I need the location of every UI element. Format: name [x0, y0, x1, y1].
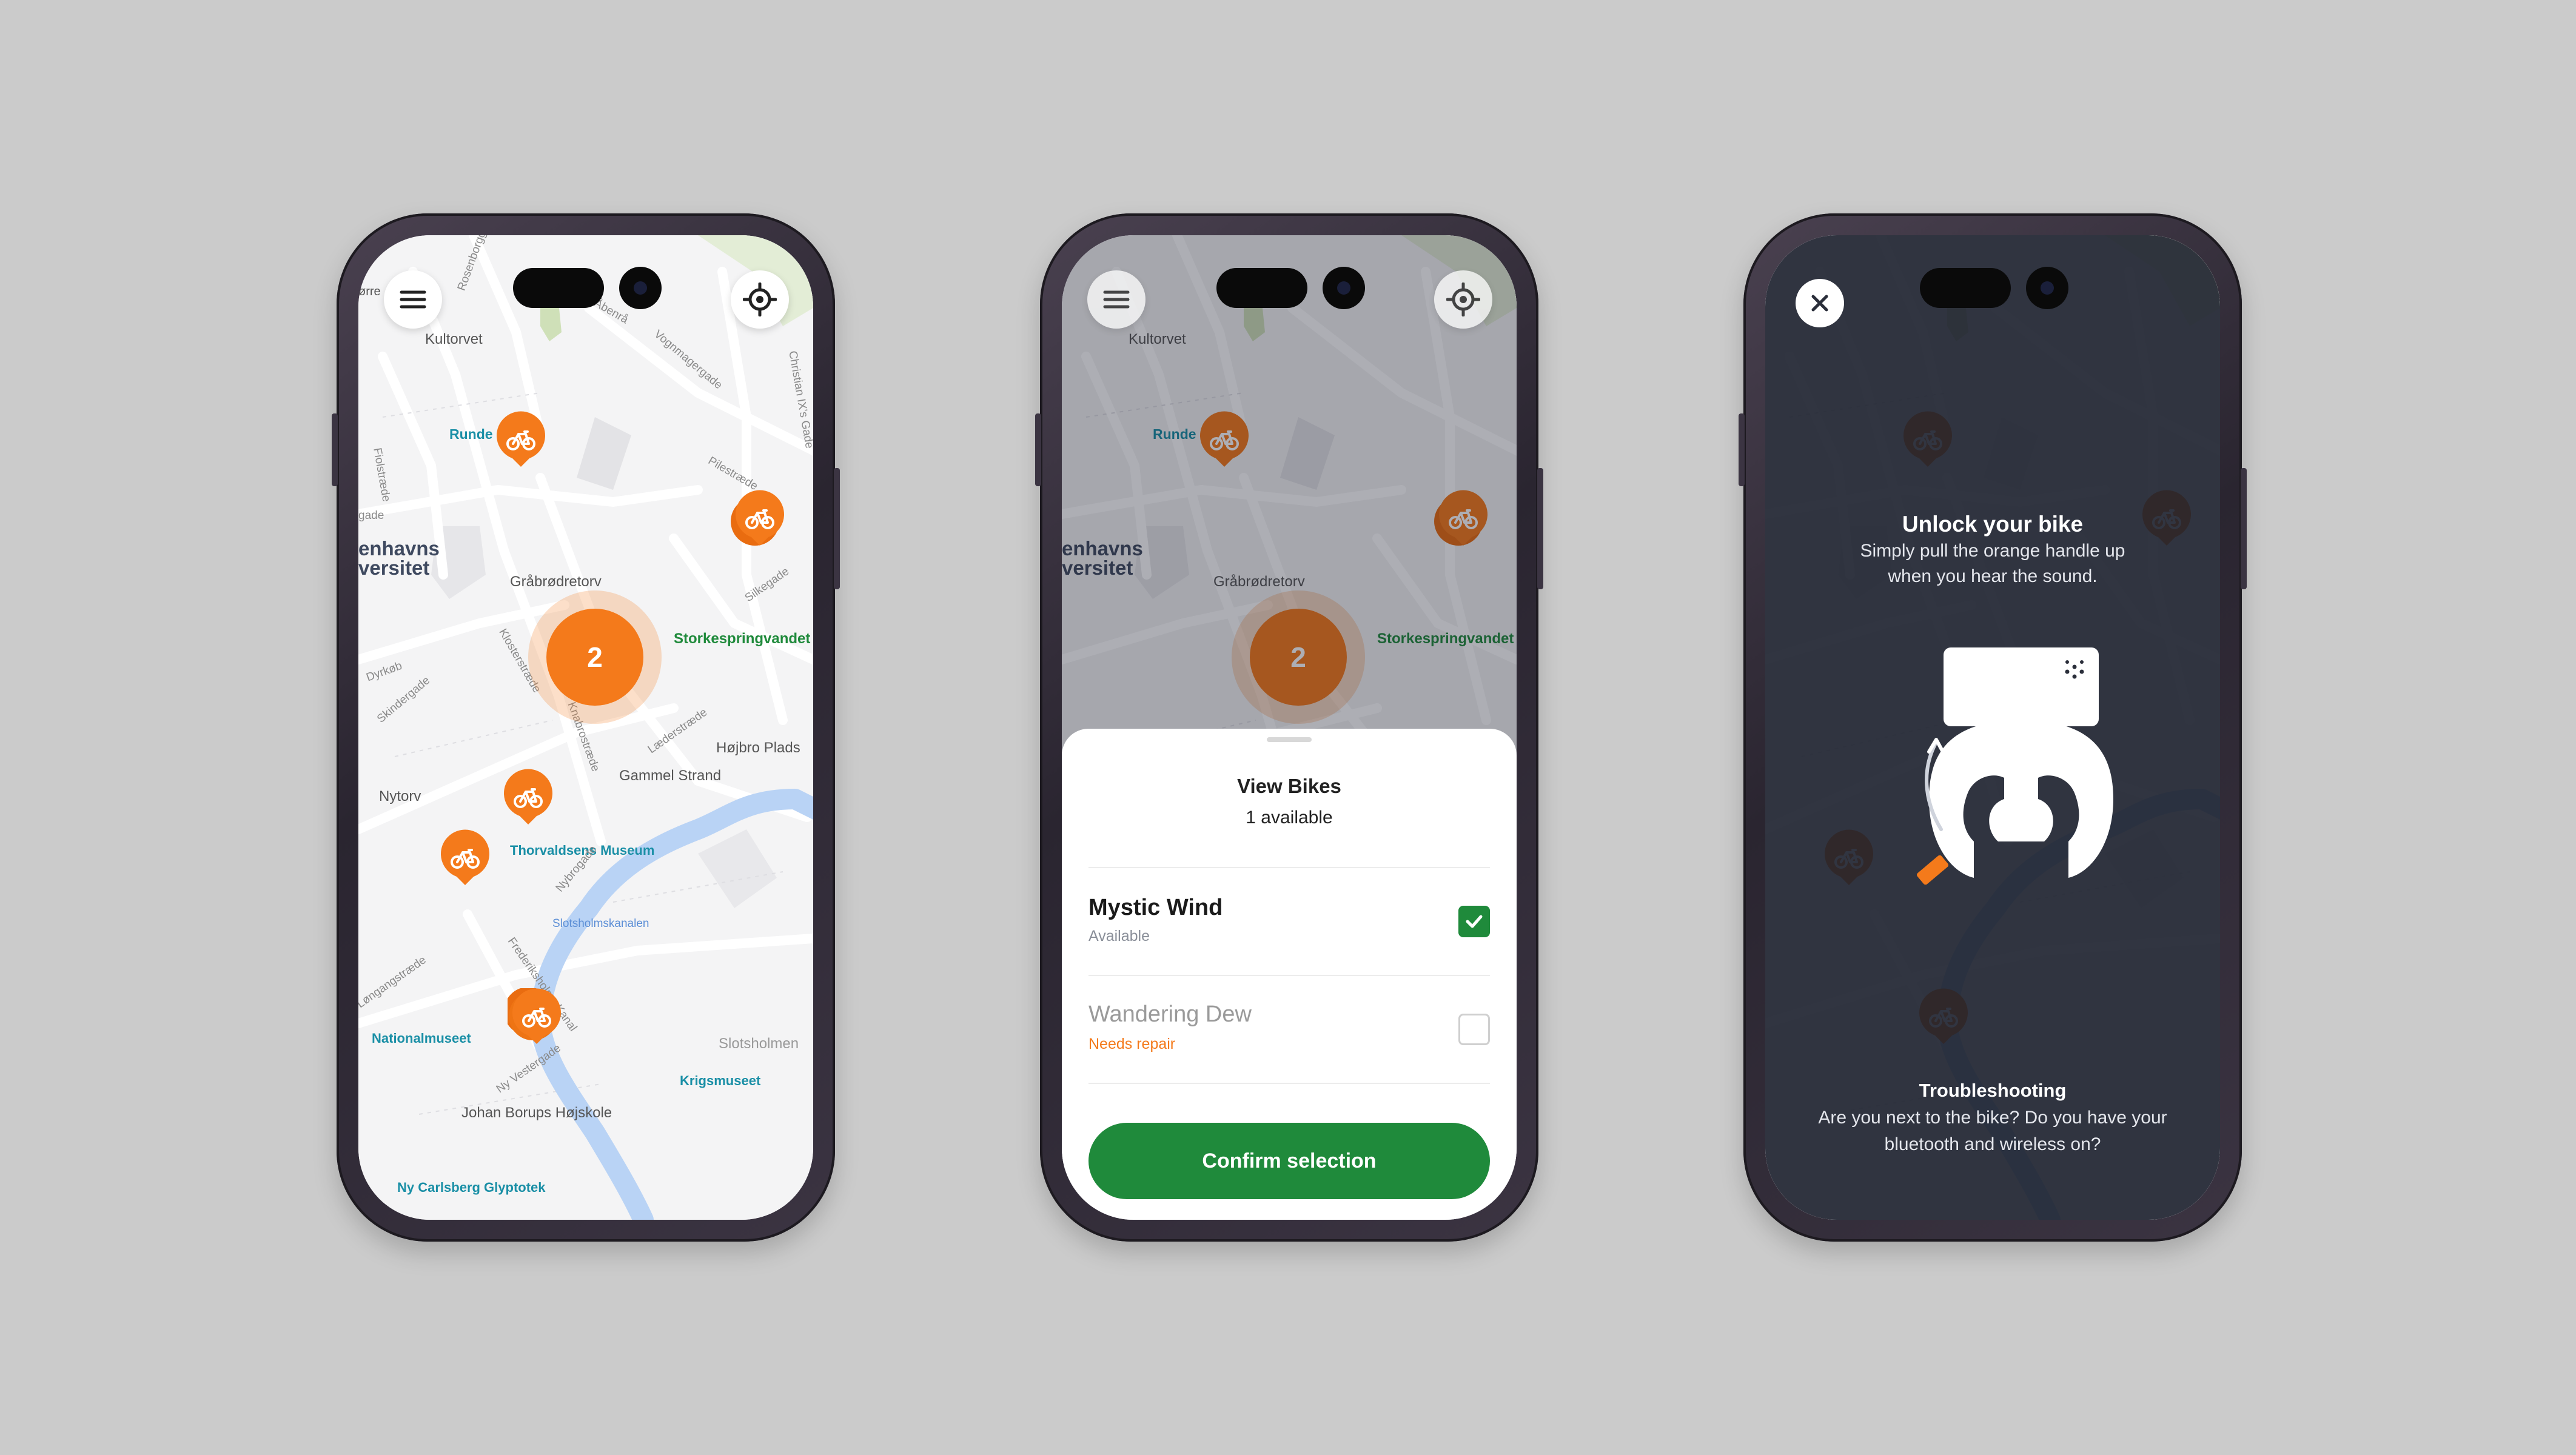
map-label-grabrodretorv: Gråbrødretorv	[510, 574, 602, 590]
map-label-gammel-strand: Gammel Strand	[619, 768, 722, 784]
map-label-universitet-1: enhavns	[358, 537, 440, 560]
dynamic-island	[513, 268, 604, 308]
unlock-screen: Unlock your bike Simply pull the orange …	[1765, 235, 2220, 1220]
front-camera	[619, 267, 662, 309]
bike-lock-illustration	[1917, 647, 2113, 885]
checkmark-icon	[1466, 915, 1483, 928]
map-label-universitet-2: versitet	[358, 557, 430, 579]
close-x-icon	[1811, 295, 1828, 312]
phone-unlock-screen: Unlock your bike Simply pull the orange …	[1739, 213, 2247, 1242]
bike-pin[interactable]	[731, 490, 789, 548]
menu-button[interactable]	[384, 270, 442, 329]
bike-status: Available	[1088, 928, 1150, 945]
phone-map-screen: Kultorvet ørre Runde enhavns versitet Gr…	[332, 213, 840, 1242]
crosshair-location-icon	[743, 283, 777, 316]
unlock-instructions: Simply pull the orange handle up when yo…	[1860, 541, 2125, 586]
menu-button[interactable]	[1087, 270, 1145, 329]
map-label-runde: Runde	[449, 426, 493, 442]
street-gade: gade	[358, 509, 384, 522]
view-bikes-screen: Kultorvet Runde enhavns versitet Gråbrød…	[1062, 235, 1517, 1220]
locate-button[interactable]	[1434, 270, 1492, 329]
front-camera	[1323, 267, 1365, 309]
map-label-krigsmuseet: Krigsmuseet	[680, 1073, 761, 1088]
locate-button[interactable]	[731, 270, 789, 329]
phone-view-bikes-screen: Kultorvet Runde enhavns versitet Gråbrød…	[1035, 213, 1543, 1242]
map-label-nationalmuseet: Nationalmuseet	[372, 1031, 471, 1046]
map-label-norre: ørre	[358, 285, 381, 298]
troubleshooting-text: Are you next to the bike? Do you have yo…	[1818, 1108, 2167, 1154]
map-label-nytorv: Nytorv	[379, 788, 421, 804]
unlock-title: Unlock your bike	[1902, 512, 2084, 537]
map-label-kultorvet: Kultorvet	[425, 331, 483, 347]
front-camera	[2026, 267, 2068, 309]
map-label-slotsholmskanalen: Slotsholmskanalen	[552, 917, 649, 930]
confirm-selection-button[interactable]: Confirm selection	[1088, 1123, 1490, 1199]
divider	[1088, 867, 1490, 868]
map-label-hojbro: Højbro Plads	[716, 740, 800, 756]
bike-pin[interactable]	[492, 411, 550, 469]
map-screen: Kultorvet ørre Runde enhavns versitet Gr…	[358, 235, 813, 1220]
dynamic-island	[1920, 268, 2011, 308]
dynamic-island	[1216, 268, 1307, 308]
sheet-subtitle: 1 available	[1246, 808, 1333, 828]
close-button[interactable]	[1796, 279, 1844, 327]
bike-name: Wandering Dew	[1088, 1002, 1252, 1027]
bike-checkbox-checked[interactable]	[1458, 906, 1490, 937]
sheet-title: View Bikes	[1237, 775, 1341, 797]
hamburger-menu-icon	[400, 290, 426, 309]
bike-name: Mystic Wind	[1088, 895, 1223, 920]
bike-pin[interactable]	[499, 769, 557, 827]
bike-status: Needs repair	[1088, 1035, 1176, 1052]
bike-checkbox-unchecked[interactable]	[1458, 1014, 1490, 1045]
divider	[1088, 1083, 1490, 1084]
view-bikes-sheet: View Bikes 1 available Mystic Wind Avail…	[1062, 729, 1517, 1220]
hamburger-menu-icon	[1103, 290, 1130, 309]
divider	[1088, 975, 1490, 976]
map-label-glyptotek: Ny Carlsberg Glyptotek	[397, 1180, 546, 1195]
crosshair-location-icon	[1446, 283, 1480, 316]
sheet-drag-handle[interactable]	[1267, 737, 1312, 742]
bike-pin[interactable]	[508, 988, 566, 1046]
cluster-count: 2	[546, 609, 643, 706]
troubleshooting-title: Troubleshooting	[1919, 1080, 2067, 1101]
map-label-johan-borups: Johan Borups Højskole	[461, 1105, 612, 1121]
bike-pin[interactable]	[436, 829, 494, 888]
map-label-storkespringvandet: Storkespringvandet	[674, 630, 811, 647]
map-label-slotsholmen: Slotsholmen	[719, 1035, 799, 1052]
bike-cluster[interactable]: 2	[528, 590, 662, 724]
